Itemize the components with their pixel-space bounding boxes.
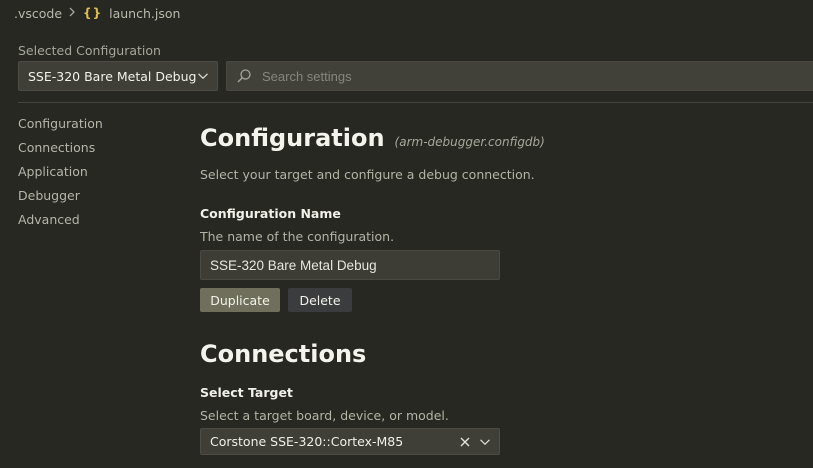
nav-item-debugger[interactable]: Debugger <box>18 186 103 210</box>
select-target-label: Select Target <box>200 385 293 400</box>
connections-title: Connections <box>200 340 367 368</box>
configuration-select-value: SSE-320 Bare Metal Debug <box>28 68 197 84</box>
chevron-right-icon <box>68 6 76 21</box>
configuration-name-input[interactable]: SSE-320 Bare Metal Debug <box>200 250 500 280</box>
configuration-select[interactable]: SSE-320 Bare Metal Debug <box>18 61 218 91</box>
configuration-name-label: Configuration Name <box>200 206 341 221</box>
nav-item-advanced[interactable]: Advanced <box>18 210 103 234</box>
chevron-down-icon[interactable] <box>479 436 491 448</box>
configuration-description: Select your target and configure a debug… <box>200 167 535 182</box>
nav-item-connections[interactable]: Connections <box>18 138 103 162</box>
search-box[interactable] <box>226 61 813 91</box>
breadcrumb: .vscode {} launch.json <box>0 0 813 26</box>
breadcrumb-file[interactable]: launch.json <box>109 6 180 21</box>
nav-item-configuration[interactable]: Configuration <box>18 114 103 138</box>
delete-button[interactable]: Delete <box>288 288 352 312</box>
json-file-icon: {} <box>83 6 103 20</box>
configuration-subtitle: (arm-debugger.configdb) <box>394 135 545 149</box>
configuration-name-value: SSE-320 Bare Metal Debug <box>210 257 377 273</box>
target-select[interactable]: Corstone SSE-320::Cortex-M85 <box>200 428 500 455</box>
select-target-description: Select a target board, device, or model. <box>200 408 449 423</box>
configuration-section-title: Configuration (arm-debugger.configdb) <box>200 124 545 152</box>
selected-configuration-label: Selected Configuration <box>18 43 161 58</box>
close-icon[interactable] <box>459 436 471 448</box>
chevron-down-icon <box>198 73 208 80</box>
search-input[interactable] <box>260 67 813 85</box>
target-select-value: Corstone SSE-320::Cortex-M85 <box>210 434 404 449</box>
duplicate-button[interactable]: Duplicate <box>200 288 280 312</box>
configuration-name-description: The name of the configuration. <box>200 229 395 244</box>
search-icon <box>237 69 251 83</box>
divider <box>18 102 813 103</box>
breadcrumb-folder[interactable]: .vscode <box>14 6 62 21</box>
configuration-title: Configuration <box>200 124 385 152</box>
settings-nav: Configuration Connections Application De… <box>18 114 103 234</box>
nav-item-application[interactable]: Application <box>18 162 103 186</box>
connections-section-title: Connections <box>200 340 366 368</box>
